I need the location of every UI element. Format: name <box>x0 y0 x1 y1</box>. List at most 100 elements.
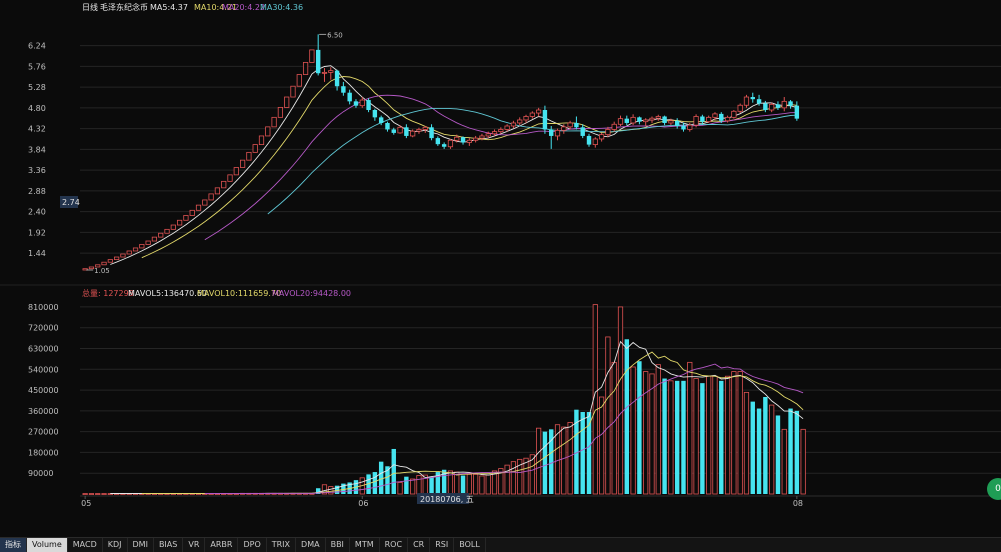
candle-body <box>662 116 667 123</box>
x-axis: 05 06 08 20180706, 五 <box>80 493 1001 508</box>
tab-rsi[interactable]: RSI <box>430 538 455 552</box>
candle-body <box>120 253 126 258</box>
tab-macd[interactable]: MACD <box>68 538 103 552</box>
candle-body <box>681 126 686 130</box>
candle-body <box>265 126 271 137</box>
volume-bar <box>567 422 573 495</box>
candle-body <box>599 134 605 140</box>
candle-body <box>637 117 642 122</box>
x-tick-label: 06 <box>358 499 368 508</box>
tab-dma[interactable]: DMA <box>296 538 326 552</box>
price-tick-label: 2.88 <box>28 187 46 196</box>
volume-bar <box>775 415 781 494</box>
candle-body <box>410 130 416 137</box>
price-tick-label: 3.84 <box>28 145 46 154</box>
candle-body <box>743 96 750 106</box>
candle-body <box>643 119 649 123</box>
candle-body <box>700 116 705 122</box>
tab-bbi[interactable]: BBI <box>326 538 350 552</box>
volume-bar <box>693 378 699 495</box>
tab-kdj[interactable]: KDJ <box>103 538 128 552</box>
candle-body <box>706 116 712 123</box>
tab-bias[interactable]: BIAS <box>154 538 184 552</box>
price-tick-label: 4.32 <box>28 125 46 134</box>
candle-body <box>385 122 390 130</box>
legend-mavol20: MAVOL20:94428.00 <box>272 289 351 298</box>
candle-body <box>202 199 208 206</box>
candle-body <box>315 49 321 74</box>
candle-body <box>208 193 214 201</box>
tab-volume[interactable]: Volume <box>27 538 68 552</box>
tab-arbr[interactable]: ARBR <box>205 538 239 552</box>
volume-bar <box>794 410 800 494</box>
candle-body <box>183 215 189 221</box>
volume-bar <box>416 475 422 495</box>
candle-body <box>195 204 202 211</box>
volume-bar <box>630 366 636 495</box>
candle-body <box>750 97 755 100</box>
crosshair-date-label: 20180706, 五 <box>420 495 474 504</box>
candle-body <box>473 137 479 141</box>
legend-ma20: MA20:4.22 <box>222 3 265 12</box>
tab-trix[interactable]: TRIX <box>267 538 297 552</box>
volume-bar <box>328 486 334 495</box>
tab-mtm[interactable]: MTM <box>350 538 380 552</box>
volume-tick-label: 180000 <box>28 448 59 457</box>
volume-bar <box>769 404 775 495</box>
tab-vr[interactable]: VR <box>183 538 206 552</box>
max-price-label: 6.50 <box>327 31 343 39</box>
volume-tick-label: 270000 <box>28 428 59 437</box>
tab-dpo[interactable]: DPO <box>238 538 267 552</box>
volume-bar <box>743 391 750 495</box>
current-price-label: 2.74 <box>62 198 80 207</box>
volume-bar <box>504 464 510 495</box>
candle-body <box>630 116 636 124</box>
candle-body <box>504 125 510 130</box>
candle-body <box>529 112 535 117</box>
volume-bar <box>605 336 611 495</box>
candle-body <box>447 139 454 148</box>
tab-roc[interactable]: ROC <box>380 538 409 552</box>
candle-body <box>517 119 523 124</box>
current-price-tag: 2.74 <box>60 196 80 208</box>
candle-body <box>580 127 585 136</box>
candle-body <box>655 116 661 119</box>
volume-bar <box>466 473 472 495</box>
candle-body <box>435 138 441 145</box>
candle-body <box>158 232 164 238</box>
candle-body <box>491 131 498 135</box>
legend-period: 日线 <box>82 2 98 12</box>
candle-body <box>309 49 315 63</box>
candle-body <box>88 266 95 270</box>
price-tick-label: 3.36 <box>28 166 46 175</box>
price-tick-label: 2.40 <box>28 208 46 217</box>
volume-tick-label: 450000 <box>28 386 59 395</box>
candle-body <box>101 261 107 266</box>
kline-chart[interactable]: 6.24 5.76 5.28 4.80 4.32 3.84 3.36 2.88 2.40 1.92… <box>0 0 1001 537</box>
tab-dmi[interactable]: DMI <box>128 538 154 552</box>
volume-bar <box>674 380 680 494</box>
volume-bar <box>378 461 384 494</box>
price-panel[interactable]: 6.24 5.76 5.28 4.80 4.32 3.84 3.36 2.88 2.40 1.92… <box>28 2 1001 275</box>
volume-panel[interactable]: 810000 720000 630000 540000 450000 360000 2700… <box>28 288 1001 495</box>
tab-boll[interactable]: BOLL <box>454 538 486 552</box>
legend-ma30: MA30:4.36 <box>260 3 303 12</box>
candle-body <box>164 228 170 234</box>
price-tick-label: 5.28 <box>28 83 46 92</box>
candle-body <box>674 120 680 126</box>
volume-bar <box>580 412 585 494</box>
candle-body <box>296 74 302 87</box>
volume-bar <box>429 476 434 494</box>
candle-body <box>139 244 145 249</box>
volume-bar <box>763 397 768 494</box>
legend-ma5: MA5:4.37 <box>150 3 188 12</box>
candle-body <box>132 247 139 252</box>
tab-cr[interactable]: CR <box>408 538 431 552</box>
volume-bar <box>662 378 667 494</box>
candle-body <box>290 85 296 98</box>
volume-bar <box>542 431 548 494</box>
volume-bar <box>700 383 705 494</box>
candle-body <box>498 129 504 133</box>
volume-bar <box>611 361 617 495</box>
candle-body <box>624 118 630 123</box>
